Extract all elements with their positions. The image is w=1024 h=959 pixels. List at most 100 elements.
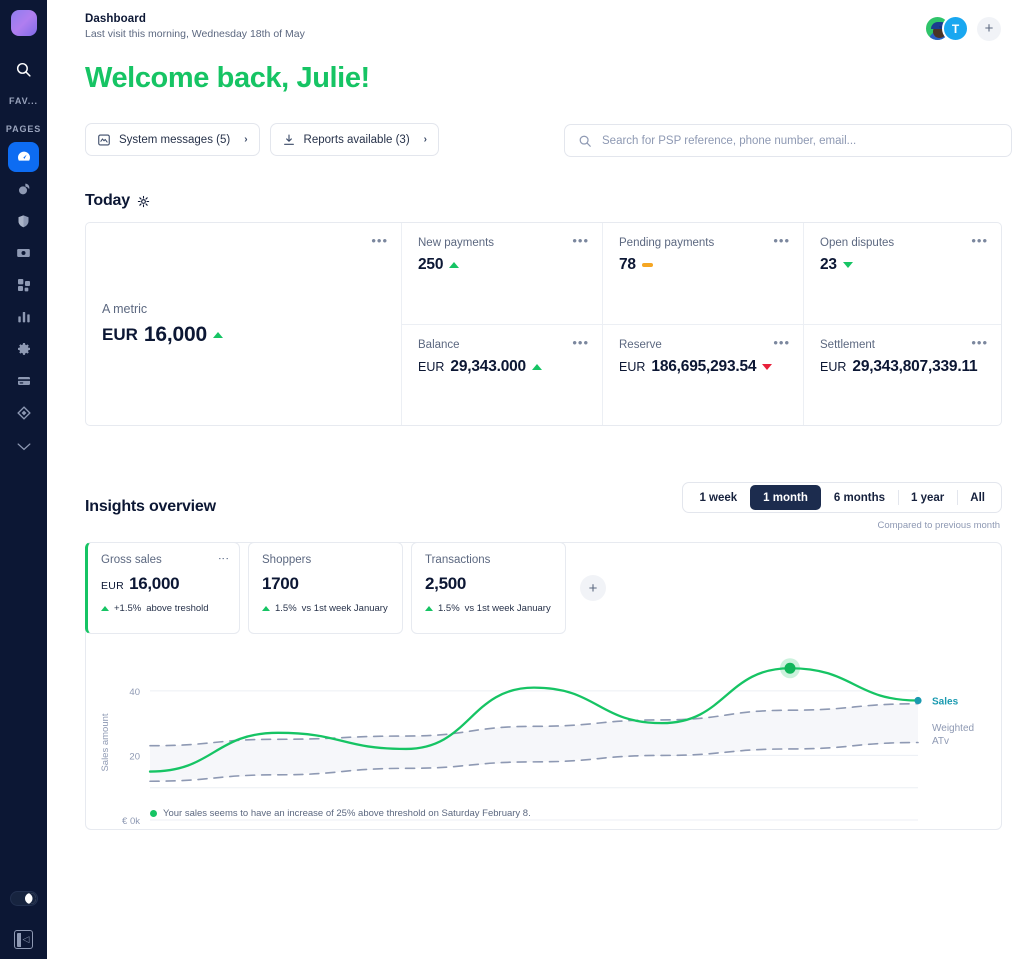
diamond-icon <box>16 406 31 420</box>
today-metrics-grid: ••• A metric EUR 16,000 ••• New payments… <box>85 222 1002 426</box>
range-option-1-week[interactable]: 1 week <box>686 485 750 510</box>
metric-card-a-metric[interactable]: ••• A metric EUR 16,000 <box>86 223 401 425</box>
svg-text:Weighted: Weighted <box>932 723 974 734</box>
reports-available-button[interactable]: Reports available (3) › <box>269 123 439 156</box>
kpi-delta-value: 1.5% <box>275 603 297 614</box>
gear-icon <box>17 343 30 355</box>
sidebar-item-coin[interactable] <box>8 174 39 204</box>
kpi-delta: +1.5% above treshold <box>101 603 226 614</box>
blocks-grid-icon <box>17 279 30 292</box>
trend-up-icon <box>449 262 460 268</box>
collapse-sidebar-icon[interactable]: ◁ <box>14 930 33 949</box>
main-content: Dashboard Last visit this morning, Wedne… <box>47 0 1024 959</box>
kpi-card-shoppers[interactable]: Shoppers 1700 1.5% vs 1st week January <box>248 542 403 634</box>
range-option-1-month[interactable]: 1 month <box>750 485 821 510</box>
svg-text:40: 40 <box>129 687 140 698</box>
system-messages-button[interactable]: System messages (5) › <box>85 123 260 156</box>
metric-card-settlement[interactable]: ••• Settlement EUR 29,343,807,339.11 <box>803 324 1001 425</box>
metric-number: 16,000 <box>143 322 207 346</box>
kpi-delta-note: above treshold <box>146 603 209 614</box>
trend-up-icon <box>212 331 223 338</box>
sidebar-item-payments[interactable] <box>8 238 39 268</box>
metric-label: Settlement <box>820 339 875 351</box>
metric-currency: EUR <box>619 360 646 374</box>
sidebar-item-cards[interactable] <box>8 366 39 396</box>
kpi-delta-value: +1.5% <box>114 603 142 614</box>
sales-chart[interactable]: € 0k2040Sales amountWeightedATvSalesMonT… <box>86 635 1003 843</box>
metric-card-balance[interactable]: ••• Balance EUR 29,343.000 <box>401 324 602 425</box>
search-icon <box>579 135 591 147</box>
trend-up-icon <box>262 606 270 611</box>
metric-card-pending-payments[interactable]: ••• Pending payments 78 <box>602 223 803 324</box>
dark-mode-toggle[interactable] <box>9 891 38 906</box>
sidebar: FAV... PAGES ◁ <box>0 0 47 959</box>
sidebar-item-dashboard[interactable] <box>8 142 39 172</box>
card-menu-dots[interactable]: ••• <box>572 336 589 349</box>
metric-value: 250 <box>418 256 586 274</box>
insights-section-header: Insights overview 1 week 1 month 6 month… <box>85 482 1002 531</box>
sidebar-group-pages: PAGES <box>5 124 42 134</box>
card-menu-dots[interactable]: ••• <box>371 234 388 247</box>
sidebar-item-blocks[interactable] <box>8 270 39 300</box>
credit-card-icon <box>17 377 30 385</box>
kpi-card-gross-sales[interactable]: ⋮ Gross sales EUR 16,000 +1.5% above tre… <box>85 542 240 634</box>
search-input[interactable] <box>602 134 998 147</box>
trend-down-icon <box>762 364 773 370</box>
sidebar-item-settings[interactable] <box>8 334 39 364</box>
range-option-all[interactable]: All <box>957 485 998 510</box>
svg-text:€ 0k: € 0k <box>122 816 140 827</box>
kpi-number: 16,000 <box>129 574 180 593</box>
metric-label: Reserve <box>619 339 662 351</box>
metric-number: 78 <box>619 256 636 273</box>
card-menu-dots[interactable]: ••• <box>773 234 790 247</box>
coin-circle-icon <box>18 183 29 195</box>
add-user-button[interactable]: + <box>977 16 1001 41</box>
chevron-down-icon <box>17 443 30 451</box>
card-menu-dots[interactable]: ••• <box>572 234 589 247</box>
kpi-menu-dots[interactable]: ⋮ <box>217 553 229 565</box>
metric-value: EUR 16,000 <box>102 323 385 347</box>
chart-annotation-text: Your sales seems to have an increase of … <box>163 808 531 819</box>
card-menu-dots[interactable]: ••• <box>773 336 790 349</box>
card-menu-dots[interactable]: ••• <box>971 336 988 349</box>
metric-card-new-payments[interactable]: ••• New payments 250 <box>401 223 602 324</box>
sidebar-search-icon[interactable] <box>11 56 37 82</box>
breadcrumb: Dashboard Last visit this morning, Wedne… <box>85 13 305 40</box>
add-kpi-button[interactable]: + <box>580 575 606 601</box>
avatar-initial[interactable]: T <box>942 15 969 42</box>
metric-label: Open disputes <box>820 237 895 249</box>
kpi-label: Transactions <box>425 554 491 566</box>
last-visit-text: Last visit this morning, Wednesday 18th … <box>85 28 305 40</box>
trend-up-icon <box>425 606 433 611</box>
app-logo[interactable] <box>10 10 37 36</box>
sidebar-item-more[interactable] <box>8 434 39 460</box>
sidebar-item-risk[interactable] <box>8 206 39 236</box>
metric-label: New payments <box>418 237 495 249</box>
trend-flat-icon <box>641 263 653 267</box>
bar-chart-icon <box>17 312 30 323</box>
insights-card: ⋮ Gross sales EUR 16,000 +1.5% above tre… <box>85 542 1003 843</box>
download-report-icon <box>283 133 294 145</box>
sidebar-item-reports[interactable] <box>8 302 39 332</box>
card-menu-dots[interactable]: ••• <box>971 234 988 247</box>
svg-text:20: 20 <box>129 751 140 762</box>
metric-number: 23 <box>820 256 837 273</box>
kpi-delta-note: vs 1st week January <box>464 603 551 614</box>
chevron-right-icon: › <box>244 134 248 145</box>
system-messages-icon <box>98 133 110 146</box>
avatar-group: T + <box>924 13 1001 42</box>
metric-number: 29,343,807,339.11 <box>852 358 978 375</box>
svg-text:Sales amount: Sales amount <box>100 713 111 771</box>
gear-icon[interactable] <box>137 195 150 208</box>
sidebar-item-diamond[interactable] <box>8 398 39 428</box>
range-option-6-months[interactable]: 6 months <box>821 485 898 510</box>
metric-card-reserve[interactable]: ••• Reserve EUR 186,695,293.54 <box>602 324 803 425</box>
kpi-label: Gross sales <box>101 554 162 566</box>
search-bar[interactable] <box>564 124 1012 157</box>
metric-label: A metric <box>102 301 148 316</box>
metric-value: EUR 186,695,293.54 <box>619 358 787 376</box>
metric-card-open-disputes[interactable]: ••• Open disputes 23 <box>803 223 1001 324</box>
range-option-1-year[interactable]: 1 year <box>898 485 957 510</box>
kpi-delta: 1.5% vs 1st week January <box>262 603 389 614</box>
kpi-card-transactions[interactable]: Transactions 2,500 1.5% vs 1st week Janu… <box>411 542 566 634</box>
